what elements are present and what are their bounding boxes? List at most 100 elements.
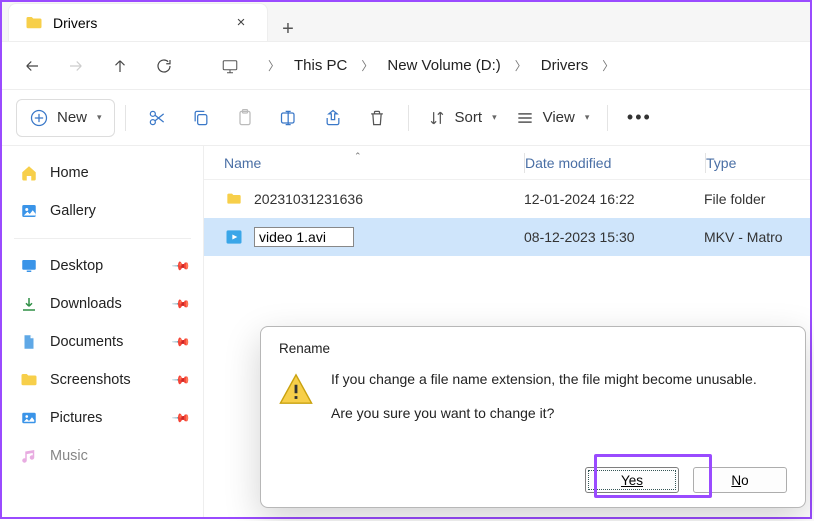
dialog-title: Rename [279, 341, 787, 356]
clipboard-icon [235, 108, 255, 128]
tab-title: Drivers [53, 15, 219, 31]
chevron-down-icon: ▾ [585, 112, 590, 123]
file-list-header: Name ⌃ Date modified Type [204, 146, 810, 180]
no-button[interactable]: No [693, 467, 787, 493]
dialog-text: If you change a file name extension, the… [331, 370, 757, 423]
video-file-icon [224, 227, 244, 247]
view-icon [515, 108, 535, 128]
tab-bar: Drivers × + [2, 2, 810, 42]
share-icon [323, 108, 343, 128]
desktop-icon [20, 257, 38, 275]
sidebar-divider [14, 238, 191, 239]
breadcrumb-item[interactable]: Drivers [541, 57, 589, 74]
file-type: File folder [704, 191, 810, 207]
new-tab-button[interactable]: + [268, 18, 308, 41]
breadcrumb-item[interactable]: This PC [294, 57, 347, 74]
pin-icon: 📌 [171, 370, 191, 390]
nav-row: 〉 This PC 〉 New Volume (D:) 〉 Drivers 〉 [2, 42, 810, 90]
delete-button[interactable] [356, 99, 398, 137]
chevron-right-icon: 〉 [602, 57, 614, 74]
new-button[interactable]: New ▾ [16, 99, 115, 137]
sidebar-label: Music [50, 448, 88, 464]
back-button[interactable] [12, 46, 52, 86]
sidebar-label: Desktop [50, 258, 103, 274]
file-date: 12-01-2024 16:22 [524, 191, 704, 207]
column-date[interactable]: Date modified [525, 155, 705, 171]
sidebar-item-screenshots[interactable]: Screenshots 📌 [2, 361, 203, 399]
downloads-icon [20, 295, 38, 313]
sidebar-item-gallery[interactable]: Gallery [2, 192, 203, 230]
file-type: MKV - Matro [704, 229, 810, 245]
share-button[interactable] [312, 99, 354, 137]
paste-button[interactable] [224, 99, 266, 137]
chevron-right-icon: 〉 [268, 57, 280, 74]
pin-icon: 📌 [171, 256, 191, 276]
chevron-down-icon: ▾ [492, 112, 497, 123]
copy-button[interactable] [180, 99, 222, 137]
tab-close-button[interactable]: × [229, 14, 253, 31]
new-label: New [57, 109, 87, 126]
sidebar-label: Gallery [50, 203, 96, 219]
file-name: 20231031231636 [254, 191, 363, 207]
sidebar-item-documents[interactable]: Documents 📌 [2, 323, 203, 361]
rename-icon [279, 108, 299, 128]
pc-icon[interactable] [210, 46, 250, 86]
chevron-down-icon: ▾ [97, 112, 102, 123]
up-button[interactable] [100, 46, 140, 86]
warning-icon [279, 372, 313, 406]
sidebar-item-pictures[interactable]: Pictures 📌 [2, 399, 203, 437]
folder-icon [25, 14, 43, 32]
sidebar-label: Documents [50, 334, 123, 350]
separator [408, 105, 409, 131]
toolbar: New ▾ Sort ▾ View ▾ ••• [2, 90, 810, 146]
music-icon [20, 447, 38, 465]
tab-drivers[interactable]: Drivers × [8, 3, 268, 41]
gallery-icon [20, 202, 38, 220]
sidebar-label: Home [50, 165, 89, 181]
ellipsis-icon: ••• [627, 107, 652, 128]
plus-circle-icon [29, 108, 49, 128]
chevron-right-icon: 〉 [515, 57, 527, 74]
file-explorer-window: Drivers × + 〉 This PC 〉 New Volume (D:) … [0, 0, 812, 519]
sidebar-item-desktop[interactable]: Desktop 📌 [2, 247, 203, 285]
sort-asc-icon: ⌃ [354, 151, 362, 162]
file-row-video[interactable]: 08-12-2023 15:30 MKV - Matro [204, 218, 810, 256]
view-label: View [543, 109, 575, 126]
sort-icon [427, 108, 447, 128]
refresh-button[interactable] [144, 46, 184, 86]
column-type[interactable]: Type [706, 155, 810, 171]
rename-input[interactable] [254, 227, 354, 247]
chevron-right-icon: 〉 [361, 57, 373, 74]
sort-button[interactable]: Sort ▾ [419, 99, 505, 137]
view-button[interactable]: View ▾ [507, 99, 598, 137]
documents-icon [20, 333, 38, 351]
pin-icon: 📌 [171, 332, 191, 352]
rename-button[interactable] [268, 99, 310, 137]
more-button[interactable]: ••• [618, 99, 660, 137]
sidebar-label: Downloads [50, 296, 122, 312]
sidebar: Home Gallery Desktop 📌 Downloads 📌 Docum… [2, 146, 204, 517]
cut-button[interactable] [136, 99, 178, 137]
column-name[interactable]: Name ⌃ [204, 155, 524, 171]
sidebar-item-downloads[interactable]: Downloads 📌 [2, 285, 203, 323]
file-row-folder[interactable]: 20231031231636 12-01-2024 16:22 File fol… [204, 180, 810, 218]
pin-icon: 📌 [171, 408, 191, 428]
dialog-line2: Are you sure you want to change it? [331, 404, 757, 424]
breadcrumb-item[interactable]: New Volume (D:) [387, 57, 500, 74]
forward-button[interactable] [56, 46, 96, 86]
sidebar-item-home[interactable]: Home [2, 154, 203, 192]
dialog-line1: If you change a file name extension, the… [331, 370, 757, 390]
rename-dialog: Rename If you change a file name extensi… [260, 326, 806, 508]
folder-icon [20, 371, 38, 389]
pictures-icon [20, 409, 38, 427]
copy-icon [191, 108, 211, 128]
breadcrumb: 〉 This PC 〉 New Volume (D:) 〉 Drivers 〉 [254, 57, 614, 74]
home-icon [20, 164, 38, 182]
sidebar-label: Pictures [50, 410, 102, 426]
sidebar-label: Screenshots [50, 372, 131, 388]
sidebar-item-music[interactable]: Music [2, 437, 203, 475]
trash-icon [367, 108, 387, 128]
separator [607, 105, 608, 131]
pin-icon: 📌 [171, 294, 191, 314]
yes-button[interactable]: Yes [585, 467, 679, 493]
